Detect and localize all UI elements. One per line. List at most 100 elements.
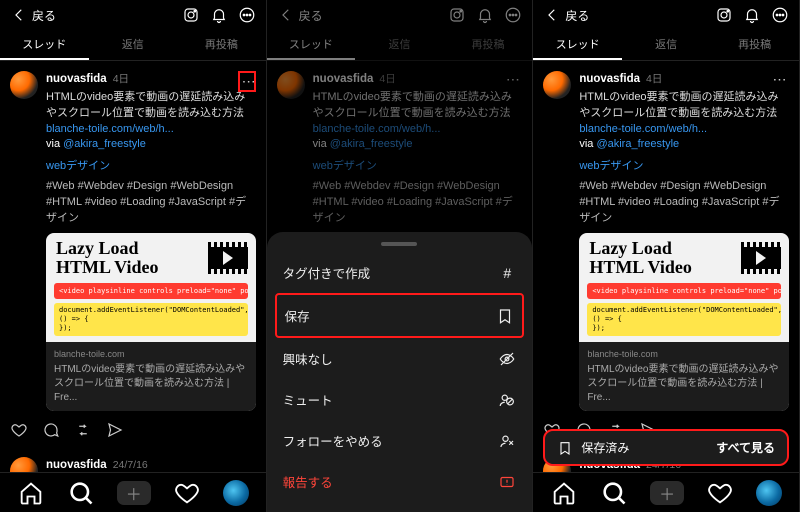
- post-subject[interactable]: webデザイン: [579, 159, 789, 175]
- via-prefix: via: [579, 138, 596, 150]
- card-code2: document.addEventListener("DOMContentLoa…: [587, 303, 781, 336]
- post: nuovasfida 4日 HTMLのvideo要素で動画の遅延読み込みやスクロ…: [533, 61, 799, 417]
- comment-icon[interactable]: [42, 421, 60, 439]
- tab-replies[interactable]: 返信: [622, 30, 711, 60]
- mute-icon: [498, 391, 516, 409]
- saved-toast: 保存済み すべて見る: [543, 429, 789, 466]
- bell-icon[interactable]: [743, 6, 761, 24]
- bottom-nav: ＋: [533, 472, 799, 512]
- post-subject[interactable]: webデザイン: [46, 159, 256, 175]
- tab-thread[interactable]: スレッド: [533, 30, 622, 60]
- chevron-left-icon: [10, 6, 28, 24]
- chevron-left-icon: [543, 6, 561, 24]
- report-icon: [498, 473, 516, 491]
- compose-button[interactable]: ＋: [117, 481, 151, 505]
- repost-icon[interactable]: [74, 421, 92, 439]
- card-code1: <video playsinline controls preload="non…: [587, 283, 781, 299]
- top-icons: [182, 6, 256, 24]
- tab-thread[interactable]: スレッド: [0, 30, 89, 60]
- bookmark-icon: [557, 440, 573, 456]
- back-button[interactable]: 戻る: [543, 6, 589, 24]
- post: nuovasfida 24/7/16 HTMLのvideo要素で読み込む動画を画…: [0, 447, 266, 472]
- home-icon[interactable]: [550, 479, 578, 507]
- sheet-not-interested[interactable]: 興味なし: [267, 338, 533, 379]
- sheet-save[interactable]: 保存: [277, 295, 523, 336]
- search-icon[interactable]: [600, 479, 628, 507]
- instagram-icon[interactable]: [182, 6, 200, 24]
- via-handle[interactable]: @akira_freestyle: [63, 138, 146, 150]
- bottom-nav: ＋: [0, 472, 266, 512]
- back-label: 戻る: [32, 7, 56, 24]
- card-title-l2: HTML Video: [56, 258, 208, 277]
- sheet-unfollow[interactable]: フォローをやめる: [267, 420, 533, 461]
- tab-reposts[interactable]: 再投稿: [177, 30, 266, 60]
- post-time: 24/7/16: [113, 458, 148, 472]
- card-code1: <video playsinline controls preload="non…: [54, 283, 248, 299]
- film-icon: [741, 242, 781, 274]
- card-domain: blanche-toile.com: [587, 348, 781, 361]
- toast-view-all[interactable]: すべて見る: [716, 439, 775, 456]
- tab-reposts[interactable]: 再投稿: [710, 30, 799, 60]
- username[interactable]: nuovasfida: [579, 71, 640, 88]
- panel-3: 戻る スレッド 返信 再投稿 nuovasfida 4日 HTMLのvideo要…: [533, 0, 800, 512]
- post-more-button[interactable]: ⋯: [771, 71, 789, 88]
- link-card[interactable]: Lazy Load HTML Video <video playsinline …: [46, 233, 256, 411]
- avatar[interactable]: [543, 71, 571, 99]
- sheet-tag-create[interactable]: タグ付きで作成 #: [267, 252, 533, 293]
- compose-button[interactable]: ＋: [650, 481, 684, 505]
- toast-label: 保存済み: [581, 439, 629, 456]
- link-card[interactable]: Lazy Load HTML Video <video playsinline …: [579, 233, 789, 411]
- via-handle[interactable]: @akira_freestyle: [596, 138, 679, 150]
- card-meta-text: HTMLのvideo要素で動画の遅延読み込みやスクロール位置で動画を読み込む方法…: [587, 363, 781, 405]
- action-sheet: タグ付きで作成 # 保存 興味なし ミュート フォローをやめる 報告する: [267, 232, 533, 512]
- sheet-report[interactable]: 報告する: [267, 461, 533, 502]
- sheet-mute[interactable]: ミュート: [267, 379, 533, 420]
- topbar: 戻る: [0, 0, 266, 30]
- post-time: 4日: [646, 72, 662, 87]
- unfollow-icon: [498, 432, 516, 450]
- feed: nuovasfida 4日 HTMLのvideo要素で動画の遅延読み込みやスクロ…: [0, 61, 266, 472]
- heart-icon[interactable]: [706, 479, 734, 507]
- home-icon[interactable]: [17, 479, 45, 507]
- avatar[interactable]: [10, 457, 38, 472]
- eye-off-icon: [498, 350, 516, 368]
- bookmark-icon: [496, 307, 514, 325]
- username[interactable]: nuovasfida: [46, 457, 107, 472]
- back-label: 戻る: [565, 7, 589, 24]
- post-body: HTMLのvideo要素で動画の遅延読み込みやスクロール位置で動画を読み込む方法: [579, 90, 789, 122]
- card-code2: document.addEventListener("DOMContentLoa…: [54, 303, 248, 336]
- post-link[interactable]: blanche-toile.com/web/h...: [46, 122, 256, 138]
- post: nuovasfida 4日 HTMLのvideo要素で動画の遅延読み込みやスクロ…: [0, 61, 266, 417]
- post-link[interactable]: blanche-toile.com/web/h...: [579, 122, 789, 138]
- bell-icon[interactable]: [210, 6, 228, 24]
- avatar[interactable]: [10, 71, 38, 99]
- instagram-icon[interactable]: [715, 6, 733, 24]
- post-hashtags[interactable]: #Web #Webdev #Design #WebDesign #HTML #v…: [579, 179, 789, 227]
- top-icons: [715, 6, 789, 24]
- post-hashtags[interactable]: #Web #Webdev #Design #WebDesign #HTML #v…: [46, 179, 256, 227]
- search-icon[interactable]: [67, 479, 95, 507]
- tabs: スレッド 返信 再投稿: [0, 30, 266, 61]
- post-more-button[interactable]: ⋯: [238, 71, 256, 92]
- heart-icon[interactable]: [10, 421, 28, 439]
- card-meta-text: HTMLのvideo要素で動画の遅延読み込みやスクロール位置で動画を読み込む方法…: [54, 363, 248, 405]
- tabs: スレッド 返信 再投稿: [533, 30, 799, 61]
- panel-1: 戻る スレッド 返信 再投稿 nuovasfida 4日 HTMLのvideo要…: [0, 0, 267, 512]
- profile-avatar[interactable]: [223, 480, 249, 506]
- tab-replies[interactable]: 返信: [89, 30, 178, 60]
- topbar: 戻る: [533, 0, 799, 30]
- more-circle-icon[interactable]: [238, 6, 256, 24]
- post-time: 4日: [113, 72, 129, 87]
- hash-icon: #: [498, 264, 516, 282]
- profile-avatar[interactable]: [756, 480, 782, 506]
- sheet-handle[interactable]: [381, 242, 417, 246]
- post-actions: [0, 417, 266, 447]
- back-button[interactable]: 戻る: [10, 6, 56, 24]
- username[interactable]: nuovasfida: [46, 71, 107, 88]
- share-icon[interactable]: [106, 421, 124, 439]
- card-domain: blanche-toile.com: [54, 348, 248, 361]
- post-body: HTMLのvideo要素で動画の遅延読み込みやスクロール位置で動画を読み込む方法: [46, 90, 256, 122]
- via-prefix: via: [46, 138, 63, 150]
- more-circle-icon[interactable]: [771, 6, 789, 24]
- heart-icon[interactable]: [173, 479, 201, 507]
